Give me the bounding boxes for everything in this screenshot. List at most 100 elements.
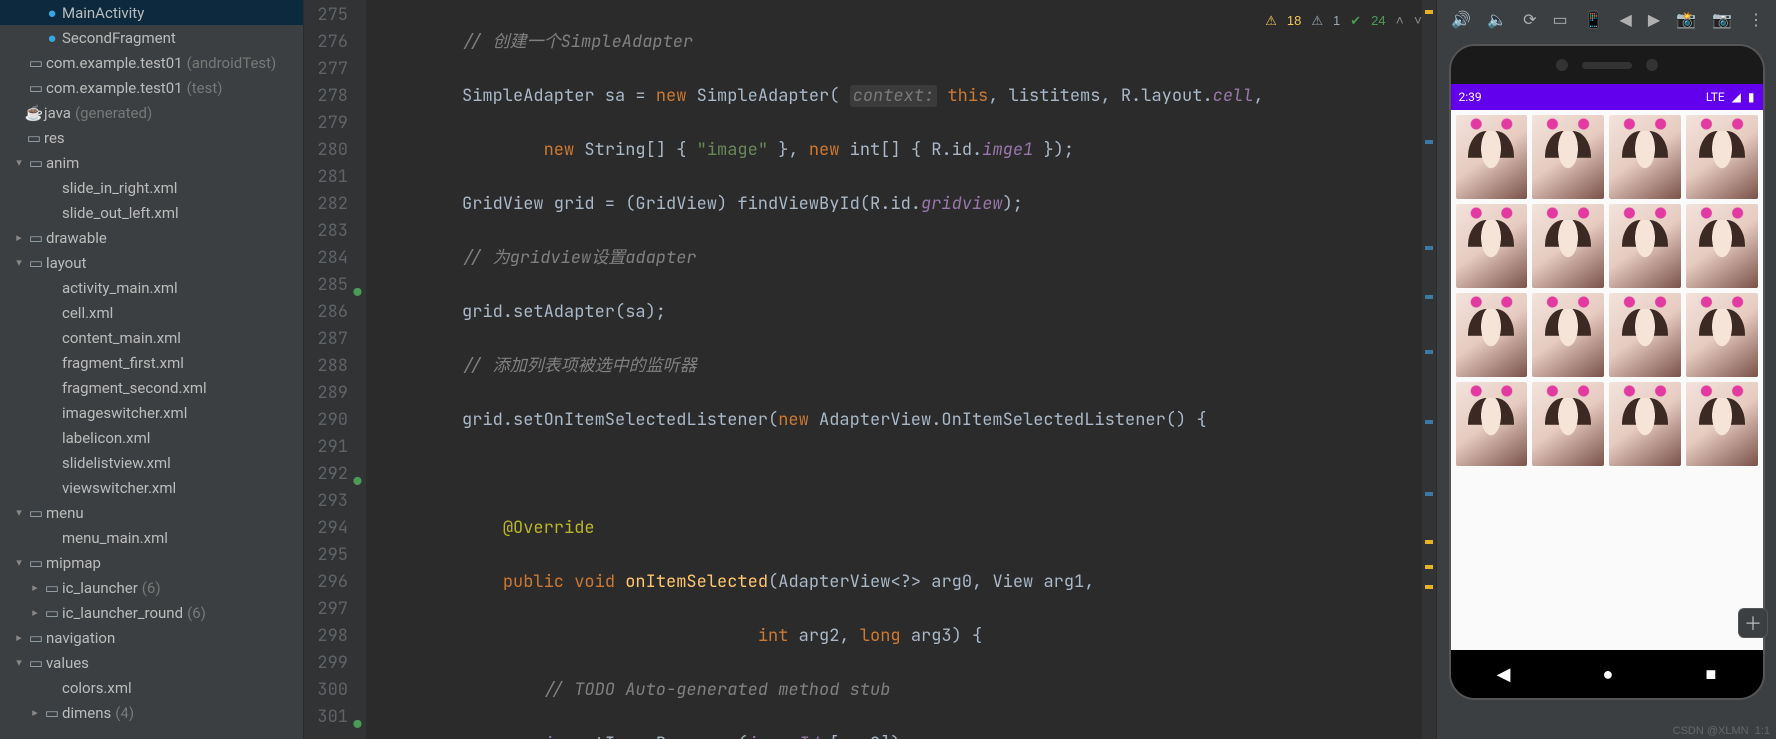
grid-image[interactable] xyxy=(1686,204,1758,288)
line-number[interactable]: 281 xyxy=(304,164,348,191)
line-number[interactable]: 283 xyxy=(304,218,348,245)
grid-image[interactable] xyxy=(1609,204,1681,288)
tree-item[interactable]: ▾▭mipmap xyxy=(0,550,303,575)
tree-item[interactable]: imageswitcher.xml xyxy=(0,400,303,425)
recents-button[interactable]: ■ xyxy=(1706,664,1717,685)
zoom-in-button[interactable]: ＋ xyxy=(1738,608,1768,638)
line-number[interactable]: 293 xyxy=(304,488,348,515)
expand-icon[interactable]: ▾ xyxy=(12,156,26,169)
grid-image[interactable] xyxy=(1456,293,1528,377)
line-number[interactable]: 282 xyxy=(304,191,348,218)
expand-icon[interactable]: ▸ xyxy=(12,231,26,244)
expand-icon[interactable]: ▸ xyxy=(28,706,42,719)
grid-image[interactable] xyxy=(1686,293,1758,377)
grid-image[interactable] xyxy=(1609,293,1681,377)
emu-toolbar-button[interactable]: 📸 xyxy=(1676,10,1696,29)
tree-item[interactable]: ▾▭anim xyxy=(0,150,303,175)
emu-toolbar-button[interactable]: ◀ xyxy=(1620,10,1632,29)
grid-image[interactable] xyxy=(1532,115,1604,199)
back-button[interactable]: ◀ xyxy=(1497,664,1511,685)
emu-toolbar-button[interactable]: 📷 xyxy=(1712,10,1732,29)
expand-icon[interactable]: ▾ xyxy=(12,556,26,569)
line-number[interactable]: 279 xyxy=(304,110,348,137)
code-area[interactable]: // 创建一个SimpleAdapter SimpleAdapter sa = … xyxy=(366,0,1436,739)
emu-toolbar-button[interactable]: 📱 xyxy=(1584,10,1604,29)
up-icon[interactable]: ˄ xyxy=(1396,7,1404,34)
grid-image[interactable] xyxy=(1532,382,1604,466)
tree-item[interactable]: ●SecondFragment xyxy=(0,25,303,50)
tree-item[interactable]: fragment_first.xml xyxy=(0,350,303,375)
home-button[interactable]: ● xyxy=(1603,664,1614,685)
tree-item[interactable]: ▸▭ic_launcher(6) xyxy=(0,575,303,600)
emu-toolbar-button[interactable]: ⟳ xyxy=(1523,10,1536,29)
grid-image[interactable] xyxy=(1686,382,1758,466)
line-number[interactable]: 299 xyxy=(304,650,348,677)
line-number[interactable]: 289 xyxy=(304,380,348,407)
grid-image[interactable] xyxy=(1456,204,1528,288)
tree-item[interactable]: ▸▭dimens(4) xyxy=(0,700,303,725)
expand-icon[interactable]: ▾ xyxy=(12,256,26,269)
tree-item[interactable]: ▭res xyxy=(0,125,303,150)
grid-image[interactable] xyxy=(1609,115,1681,199)
grid-image[interactable] xyxy=(1456,115,1528,199)
emu-toolbar-button[interactable]: ⋮ xyxy=(1748,10,1764,29)
line-number[interactable]: 286 xyxy=(304,299,348,326)
tree-item[interactable]: ▾▭menu xyxy=(0,500,303,525)
code-editor[interactable]: 2752762772782792802812822832842852862872… xyxy=(304,0,1436,739)
down-icon[interactable]: ˅ xyxy=(1414,7,1422,34)
grid-image[interactable] xyxy=(1532,204,1604,288)
tree-item[interactable]: slidelistview.xml xyxy=(0,450,303,475)
line-number[interactable]: 292 xyxy=(304,461,348,488)
grid-image[interactable] xyxy=(1532,293,1604,377)
line-number[interactable]: 295 xyxy=(304,542,348,569)
tree-item[interactable]: slide_out_left.xml xyxy=(0,200,303,225)
line-number[interactable]: 287 xyxy=(304,326,348,353)
tree-item[interactable]: cell.xml xyxy=(0,300,303,325)
tree-item[interactable]: ▸▭navigation xyxy=(0,625,303,650)
tree-item[interactable]: ▭com.example.test01(test) xyxy=(0,75,303,100)
line-number[interactable]: 277 xyxy=(304,56,348,83)
inspection-status[interactable]: ⚠18 ⚠1 ✔24 ˄ ˅ xyxy=(1265,7,1422,34)
line-number[interactable]: 291 xyxy=(304,434,348,461)
tree-item[interactable]: labelicon.xml xyxy=(0,425,303,450)
expand-icon[interactable]: ▸ xyxy=(28,581,42,594)
tree-item[interactable]: menu_main.xml xyxy=(0,525,303,550)
error-stripe[interactable] xyxy=(1422,0,1436,739)
emu-toolbar-button[interactable]: 🔈 xyxy=(1487,10,1507,29)
line-number[interactable]: 280 xyxy=(304,137,348,164)
line-number[interactable]: 285 xyxy=(304,272,348,299)
emu-toolbar-button[interactable]: ▶ xyxy=(1648,10,1660,29)
expand-icon[interactable]: ▸ xyxy=(28,606,42,619)
expand-icon[interactable]: ▾ xyxy=(12,506,26,519)
line-number[interactable]: 296 xyxy=(304,569,348,596)
line-number[interactable]: 301 xyxy=(304,704,348,731)
tree-item[interactable]: ●MainActivity xyxy=(0,0,303,25)
line-number[interactable]: 297 xyxy=(304,596,348,623)
tree-item[interactable]: activity_main.xml xyxy=(0,275,303,300)
tree-item[interactable]: slide_in_right.xml xyxy=(0,175,303,200)
tree-item[interactable]: ▸▭drawable xyxy=(0,225,303,250)
emu-toolbar-button[interactable]: 🔊 xyxy=(1451,10,1471,29)
line-number[interactable]: 294 xyxy=(304,515,348,542)
grid-image[interactable] xyxy=(1609,382,1681,466)
tree-item[interactable]: ▭com.example.test01(androidTest) xyxy=(0,50,303,75)
line-number[interactable]: 278 xyxy=(304,83,348,110)
line-number[interactable]: 284 xyxy=(304,245,348,272)
tree-item[interactable]: ☕java(generated) xyxy=(0,100,303,125)
tree-item[interactable]: content_main.xml xyxy=(0,325,303,350)
grid-image[interactable] xyxy=(1456,382,1528,466)
tree-item[interactable]: colors.xml xyxy=(0,675,303,700)
line-number[interactable]: 275 xyxy=(304,2,348,29)
line-number[interactable]: 298 xyxy=(304,623,348,650)
grid-image[interactable] xyxy=(1686,115,1758,199)
line-number[interactable]: 300 xyxy=(304,677,348,704)
tree-item[interactable]: ▾▭values xyxy=(0,650,303,675)
line-number[interactable]: 276 xyxy=(304,29,348,56)
line-number[interactable]: 288 xyxy=(304,353,348,380)
tree-item[interactable]: ▾▭layout xyxy=(0,250,303,275)
tree-item[interactable]: ▸▭ic_launcher_round(6) xyxy=(0,600,303,625)
project-tree[interactable]: ●MainActivity●SecondFragment▭com.example… xyxy=(0,0,304,739)
expand-icon[interactable]: ▾ xyxy=(12,656,26,669)
line-number[interactable]: 290 xyxy=(304,407,348,434)
expand-icon[interactable]: ▸ xyxy=(12,631,26,644)
